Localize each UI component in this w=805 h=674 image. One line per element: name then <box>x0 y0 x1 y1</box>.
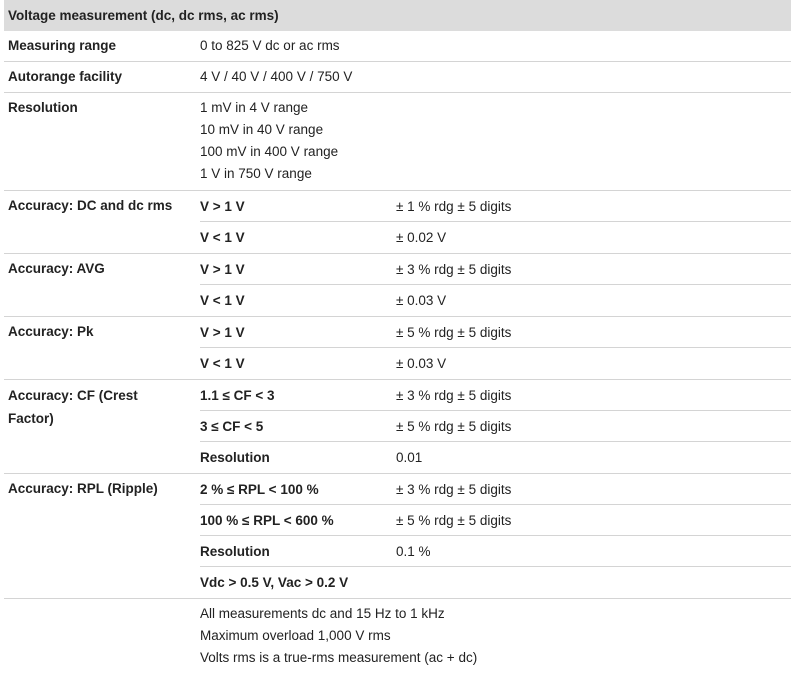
sub-condition: Resolution <box>200 543 270 559</box>
row-accuracy-dc: Accuracy: DC and dc rms V > 1 V ± 1 % rd… <box>4 191 791 254</box>
sub-row: V > 1 V ± 5 % rdg ± 5 digits <box>200 317 791 348</box>
row-label: Accuracy: DC and dc rms <box>4 191 200 253</box>
row-accuracy-rpl: Accuracy: RPL (Ripple) 2 % ≤ RPL < 100 %… <box>4 474 791 599</box>
resolution-line: 1 V in 750 V range <box>200 166 312 181</box>
sub-value: ± 1 % rdg ± 5 digits <box>396 198 512 214</box>
sub-row: V > 1 V ± 3 % rdg ± 5 digits <box>200 254 791 285</box>
sub-value: ± 0.03 V <box>396 293 447 308</box>
row-label-text: Accuracy: Pk <box>8 324 94 339</box>
sub-row: 3 ≤ CF < 5 ± 5 % rdg ± 5 digits <box>200 411 791 442</box>
sub-condition: 2 % ≤ RPL < 100 % <box>200 481 319 497</box>
row-label-text: Accuracy: AVG <box>8 261 105 276</box>
sub-value: ± 0.03 V <box>396 356 447 371</box>
sub-row: V < 1 V ± 0.03 V <box>200 285 791 316</box>
resolution-line: 10 mV in 40 V range <box>200 122 324 137</box>
row-label-text: Factor) <box>8 411 54 426</box>
sub-value: ± 3 % rdg ± 5 digits <box>396 481 512 497</box>
row-label: Measuring range <box>4 31 200 61</box>
row-label-empty <box>4 599 200 674</box>
row-label: Accuracy: RPL (Ripple) <box>4 474 200 598</box>
sub-row: 100 % ≤ RPL < 600 % ± 5 % rdg ± 5 digits <box>200 505 791 536</box>
voltage-spec-table: Voltage measurement (dc, dc rms, ac rms)… <box>0 0 805 674</box>
sub-condition: 100 % ≤ RPL < 600 % <box>200 512 334 528</box>
row-value: 4 V / 40 V / 400 V / 750 V <box>200 69 353 84</box>
row-resolution: Resolution 1 mV in 4 V range 10 mV in 40… <box>4 93 791 191</box>
note-line: Maximum overload 1,000 V rms <box>200 628 391 643</box>
sub-row: Vdc > 0.5 V, Vac > 0.2 V <box>200 567 791 598</box>
sub-rows: V > 1 V ± 5 % rdg ± 5 digits V < 1 V ± 0… <box>200 317 791 379</box>
table-header: Voltage measurement (dc, dc rms, ac rms) <box>4 0 791 31</box>
sub-condition: 3 ≤ CF < 5 <box>200 418 264 434</box>
row-measuring-range: Measuring range 0 to 825 V dc or ac rms <box>4 31 791 62</box>
sub-rows: 1.1 ≤ CF < 3 ± 3 % rdg ± 5 digits 3 ≤ CF… <box>200 380 791 473</box>
sub-rows: 2 % ≤ RPL < 100 % ± 3 % rdg ± 5 digits 1… <box>200 474 791 598</box>
sub-rows: V > 1 V ± 3 % rdg ± 5 digits V < 1 V ± 0… <box>200 254 791 316</box>
note-line: All measurements dc and 15 Hz to 1 kHz <box>200 606 445 621</box>
row-label-text: Accuracy: CF (Crest <box>8 388 138 403</box>
sub-row: Resolution 0.01 <box>200 442 791 473</box>
row-autorange: Autorange facility 4 V / 40 V / 400 V / … <box>4 62 791 93</box>
sub-row: V < 1 V ± 0.03 V <box>200 348 791 379</box>
sub-condition: V < 1 V <box>200 293 245 308</box>
sub-condition: V > 1 V <box>200 198 245 214</box>
sub-condition: Resolution <box>200 450 270 465</box>
row-accuracy-cf: Accuracy: CF (Crest Factor) 1.1 ≤ CF < 3… <box>4 380 791 474</box>
sub-condition: 1.1 ≤ CF < 3 <box>200 387 275 403</box>
row-label: Resolution <box>4 93 200 190</box>
sub-value: ± 0.02 V <box>396 230 447 245</box>
sub-value: 0.01 <box>396 450 423 465</box>
sub-condition: V > 1 V <box>200 324 245 340</box>
sub-condition: V < 1 V <box>200 230 245 245</box>
note-line: Volts rms is a true-rms measurement (ac … <box>200 650 478 665</box>
sub-row: 1.1 ≤ CF < 3 ± 3 % rdg ± 5 digits <box>200 380 791 411</box>
row-label-text: Accuracy: DC and dc rms <box>8 198 173 213</box>
row-label: Accuracy: Pk <box>4 317 200 379</box>
row-notes: All measurements dc and 15 Hz to 1 kHz M… <box>4 599 791 674</box>
sub-value: ± 5 % rdg ± 5 digits <box>396 418 512 434</box>
row-label-text: Autorange facility <box>8 69 123 84</box>
sub-value: ± 5 % rdg ± 5 digits <box>396 512 512 528</box>
row-label-text: Accuracy: RPL (Ripple) <box>8 481 158 496</box>
row-accuracy-pk: Accuracy: Pk V > 1 V ± 5 % rdg ± 5 digit… <box>4 317 791 380</box>
row-value: 0 to 825 V dc or ac rms <box>200 38 340 53</box>
row-label-text: Measuring range <box>8 38 117 53</box>
sub-rows: V > 1 V ± 1 % rdg ± 5 digits V < 1 V ± 0… <box>200 191 791 253</box>
row-value-lines: 1 mV in 4 V range 10 mV in 40 V range 10… <box>200 93 791 190</box>
sub-condition: V < 1 V <box>200 356 245 371</box>
sub-row: Resolution 0.1 % <box>200 536 791 567</box>
notes-lines: All measurements dc and 15 Hz to 1 kHz M… <box>200 599 791 674</box>
sub-row: V > 1 V ± 1 % rdg ± 5 digits <box>200 191 791 222</box>
sub-row: 2 % ≤ RPL < 100 % ± 3 % rdg ± 5 digits <box>200 474 791 505</box>
resolution-line: 1 mV in 4 V range <box>200 100 309 115</box>
sub-condition: Vdc > 0.5 V, Vac > 0.2 V <box>200 575 349 590</box>
table-title: Voltage measurement (dc, dc rms, ac rms) <box>8 8 279 23</box>
sub-row: V < 1 V ± 0.02 V <box>200 222 791 253</box>
sub-value: ± 5 % rdg ± 5 digits <box>396 324 512 340</box>
sub-condition: V > 1 V <box>200 261 245 277</box>
sub-value: ± 3 % rdg ± 5 digits <box>396 261 512 277</box>
resolution-line: 100 mV in 400 V range <box>200 144 339 159</box>
row-label: Accuracy: AVG <box>4 254 200 316</box>
row-label: Accuracy: CF (Crest Factor) <box>4 380 200 473</box>
sub-value: ± 3 % rdg ± 5 digits <box>396 387 512 403</box>
row-label: Autorange facility <box>4 62 200 92</box>
row-accuracy-avg: Accuracy: AVG V > 1 V ± 3 % rdg ± 5 digi… <box>4 254 791 317</box>
sub-value: 0.1 % <box>396 543 431 559</box>
row-label-text: Resolution <box>8 100 78 115</box>
